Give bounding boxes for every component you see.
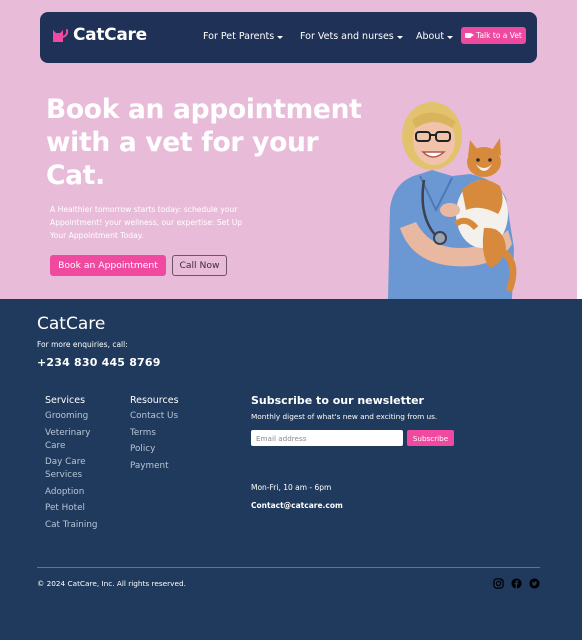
resource-link-payment[interactable]: Payment [130,460,178,473]
facebook-icon[interactable] [511,578,522,589]
call-now-button[interactable]: Call Now [172,255,227,276]
newsletter-subtitle: Monthly digest of what's new and excitin… [251,412,438,421]
hero-headline: Book an appointment with a vet for your … [46,94,362,191]
newsletter-email-input[interactable] [251,430,403,446]
nav-vets-nurses-label: For Vets and nurses [300,31,394,42]
footer-divider [37,567,540,568]
resources-list: Contact Us Terms Policy Payment [130,410,178,476]
instagram-icon[interactable] [493,578,504,589]
talk-to-vet-label: Talk to a Vet [476,31,522,40]
contact-email[interactable]: Contact@catcare.com [251,501,343,510]
enquiries-text: For more enquiries, call: [37,340,128,349]
nav-vets-nurses[interactable]: For Vets and nurses [300,31,403,42]
services-title: Services [45,395,86,406]
brand-name: CatCare [73,25,147,45]
resource-link-terms[interactable]: Terms [130,427,178,440]
chevron-down-icon [396,35,403,39]
navbar: CatCare For Pet Parents For Vets and nur… [40,12,537,63]
service-link-cat-training[interactable]: Cat Training [45,519,105,532]
resources-title: Resources [130,395,179,406]
service-link-veterinary-care[interactable]: Veterinary Care [45,427,105,453]
nav-pet-parents[interactable]: For Pet Parents [203,31,284,42]
talk-to-vet-button[interactable]: Talk to a Vet [461,27,526,44]
chevron-down-icon [447,35,454,39]
newsletter-title: Subscribe to our newsletter [251,394,424,407]
subscribe-button[interactable]: Subscribe [407,430,454,446]
opening-hours: Mon-Fri, 10 am - 6pm [251,483,332,492]
twitter-icon[interactable] [529,578,540,589]
book-appointment-button[interactable]: Book an Appointment [50,255,166,276]
service-link-day-care[interactable]: Day Care Services [45,456,105,482]
hero-section: CatCare For Pet Parents For Vets and nur… [0,0,577,299]
cat-logo-icon [53,29,69,42]
chevron-down-icon [277,35,284,39]
service-link-pet-hotel[interactable]: Pet Hotel [45,502,105,515]
services-list: Grooming Veterinary Care Day Care Servic… [45,410,105,535]
resource-link-policy[interactable]: Policy [130,443,178,456]
copyright-text: © 2024 CatCare, Inc. All rights reserved… [37,579,186,588]
phone-number[interactable]: +234 830 445 8769 [37,356,161,369]
service-link-adoption[interactable]: Adoption [45,486,105,499]
service-link-grooming[interactable]: Grooming [45,410,105,423]
video-camera-icon [465,33,475,38]
footer-brand: CatCare [37,314,106,334]
nav-pet-parents-label: For Pet Parents [203,31,275,42]
resource-link-contact[interactable]: Contact Us [130,410,178,423]
nav-about-label: About [416,31,445,42]
right-edge-strip [577,0,582,299]
brand-logo[interactable]: CatCare [51,25,147,45]
nav-about[interactable]: About [416,31,454,42]
vet-holding-cat-image [388,102,517,299]
hero-subtext: A Healthier tomorrow starts today: sched… [50,205,243,240]
